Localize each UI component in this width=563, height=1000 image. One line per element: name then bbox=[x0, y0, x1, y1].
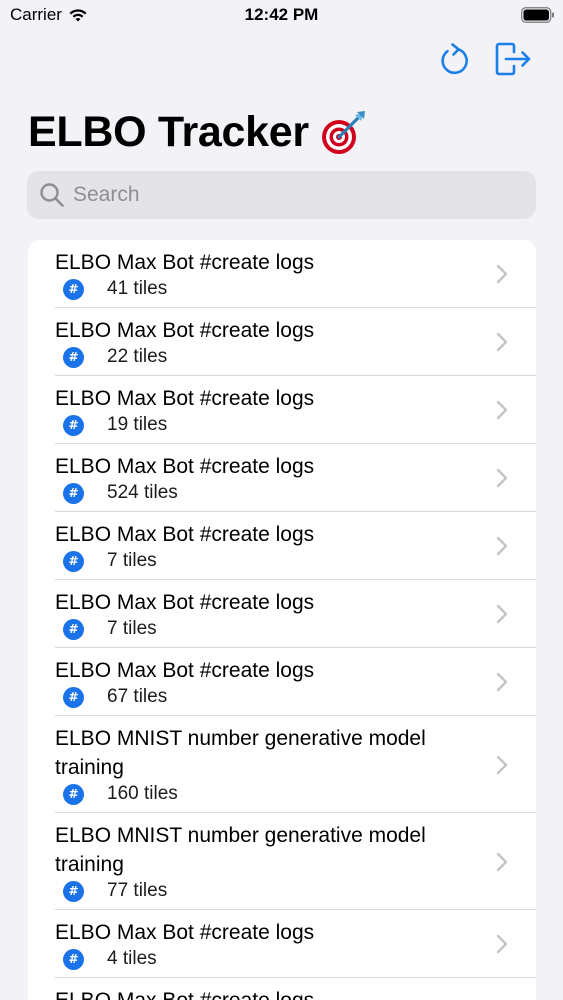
list-item[interactable]: ELBO Max Bot #create logs #22 tiles bbox=[28, 308, 536, 376]
tile-count: 7 tiles bbox=[107, 550, 157, 571]
chevron-right-icon bbox=[496, 604, 508, 624]
tile-count: 77 tiles bbox=[107, 880, 168, 901]
chevron-right-icon bbox=[496, 332, 508, 352]
hashtag-icon: # bbox=[63, 783, 84, 805]
list-item-title: ELBO Max Bot #create logs bbox=[55, 921, 315, 944]
list-item[interactable]: ELBO Max Bot #create logs #19 tiles bbox=[28, 376, 536, 444]
battery-icon bbox=[521, 7, 554, 23]
list-item-title: ELBO Max Bot #create logs bbox=[55, 251, 315, 274]
list-item-meta: #160 tiles bbox=[55, 783, 492, 805]
list-item-content: ELBO MNIST number generative model train… bbox=[55, 724, 492, 805]
list-item-content: ELBO Max Bot #create logs #4 tiles bbox=[55, 918, 492, 970]
tile-count: 22 tiles bbox=[107, 346, 168, 367]
list-item[interactable]: ELBO Max Bot #create logs #67 tiles bbox=[28, 648, 536, 716]
list-item-title: ELBO Max Bot #create logs bbox=[55, 387, 315, 410]
list-item-title: ELBO MNIST number generative model train… bbox=[55, 824, 426, 876]
logout-button[interactable] bbox=[495, 40, 533, 78]
page-title-text: ELBO Tracker bbox=[28, 108, 309, 156]
hashtag-icon: # bbox=[63, 414, 84, 436]
hashtag-icon: # bbox=[63, 686, 84, 708]
page-title: ELBO Tracker bbox=[28, 108, 367, 157]
chevron-right-icon bbox=[496, 934, 508, 954]
list-item[interactable]: ELBO Max Bot #create logs #4 tiles bbox=[28, 910, 536, 978]
list-item-meta: #19 tiles bbox=[55, 414, 492, 436]
list-item[interactable]: ELBO MNIST number generative model train… bbox=[28, 716, 536, 813]
search-icon bbox=[40, 183, 64, 207]
list-item-content: ELBO Max Bot #create logs #41 tiles bbox=[55, 248, 492, 300]
list-item-title: ELBO Max Bot #create logs bbox=[55, 591, 315, 614]
tile-count: 19 tiles bbox=[107, 414, 168, 435]
chevron-right-icon bbox=[496, 672, 508, 692]
list-item[interactable]: ELBO Max Bot #create logs #7 tiles bbox=[28, 580, 536, 648]
tracker-list: ELBO Max Bot #create logs #41 tiles ELBO M… bbox=[28, 240, 536, 1000]
hashtag-icon: # bbox=[63, 278, 84, 300]
chevron-right-icon bbox=[496, 468, 508, 488]
list-item-content: ELBO Max Bot #create logs #524 tiles bbox=[55, 452, 492, 504]
hashtag-icon: # bbox=[63, 880, 84, 902]
hashtag-icon: # bbox=[63, 550, 84, 572]
list-item-meta: #7 tiles bbox=[55, 550, 492, 572]
list-item-content: ELBO Max Bot #create logs #7 tiles bbox=[55, 520, 492, 572]
list-item-title: ELBO Max Bot #create logs bbox=[55, 523, 315, 546]
list-item-title: ELBO Max Bot #create logs bbox=[55, 986, 492, 1000]
chevron-right-icon bbox=[496, 536, 508, 556]
list-item-content: ELBO Max Bot #create logs #7 tiles bbox=[55, 588, 492, 640]
status-bar: Carrier 12:42 PM bbox=[0, 0, 563, 30]
refresh-icon bbox=[441, 43, 468, 75]
hashtag-icon: # bbox=[63, 948, 84, 970]
tile-count: 524 tiles bbox=[107, 482, 178, 503]
hashtag-icon: # bbox=[63, 482, 84, 504]
list-item-content: ELBO Max Bot #create logs# bbox=[55, 986, 492, 1000]
list-item-content: ELBO MNIST number generative model train… bbox=[55, 821, 492, 902]
list-item-content: ELBO Max Bot #create logs #67 tiles bbox=[55, 656, 492, 708]
nav-actions bbox=[435, 40, 533, 78]
logout-icon bbox=[495, 42, 531, 76]
chevron-right-icon bbox=[496, 264, 508, 284]
list-item-meta: #41 tiles bbox=[55, 278, 492, 300]
tile-count: 67 tiles bbox=[107, 686, 168, 707]
list-item-meta: #67 tiles bbox=[55, 686, 492, 708]
list-item-title: ELBO Max Bot #create logs bbox=[55, 659, 315, 682]
list-item-meta: #4 tiles bbox=[55, 948, 492, 970]
search-bar[interactable] bbox=[27, 171, 536, 219]
list-item-title: ELBO Max Bot #create logs bbox=[55, 319, 315, 342]
list-item-meta: #77 tiles bbox=[55, 880, 492, 902]
hashtag-icon: # bbox=[63, 346, 84, 368]
search-input[interactable] bbox=[73, 183, 503, 207]
tile-count: 4 tiles bbox=[107, 948, 157, 969]
tile-count: 160 tiles bbox=[107, 783, 178, 804]
list-item-title: ELBO MNIST number generative model train… bbox=[55, 727, 426, 779]
tile-count: 41 tiles bbox=[107, 278, 168, 299]
list-item-meta: #524 tiles bbox=[55, 482, 492, 504]
hashtag-icon: # bbox=[63, 618, 84, 640]
status-time: 12:42 PM bbox=[244, 5, 319, 24]
chevron-right-icon bbox=[496, 755, 508, 774]
chevron-right-icon bbox=[496, 400, 508, 420]
list-item-title: ELBO Max Bot #create logs bbox=[55, 455, 315, 478]
list-item-meta: #22 tiles bbox=[55, 346, 492, 368]
list-item[interactable]: ELBO Max Bot #create logs #41 tiles bbox=[28, 240, 536, 308]
list-item[interactable]: ELBO Max Bot #create logs #524 tiles bbox=[28, 444, 536, 512]
list-item-meta: #7 tiles bbox=[55, 618, 492, 640]
list-item-content: ELBO Max Bot #create logs #22 tiles bbox=[55, 316, 492, 368]
list-item[interactable]: ELBO Max Bot #create logs #7 tiles bbox=[28, 512, 536, 580]
list-item[interactable]: ELBO Max Bot #create logs# bbox=[28, 978, 536, 1000]
list-item-content: ELBO Max Bot #create logs #19 tiles bbox=[55, 384, 492, 436]
target-icon bbox=[321, 110, 365, 154]
list-item[interactable]: ELBO MNIST number generative model train… bbox=[28, 813, 536, 910]
chevron-right-icon bbox=[496, 852, 508, 871]
tile-count: 7 tiles bbox=[107, 618, 157, 639]
refresh-button[interactable] bbox=[435, 40, 473, 78]
